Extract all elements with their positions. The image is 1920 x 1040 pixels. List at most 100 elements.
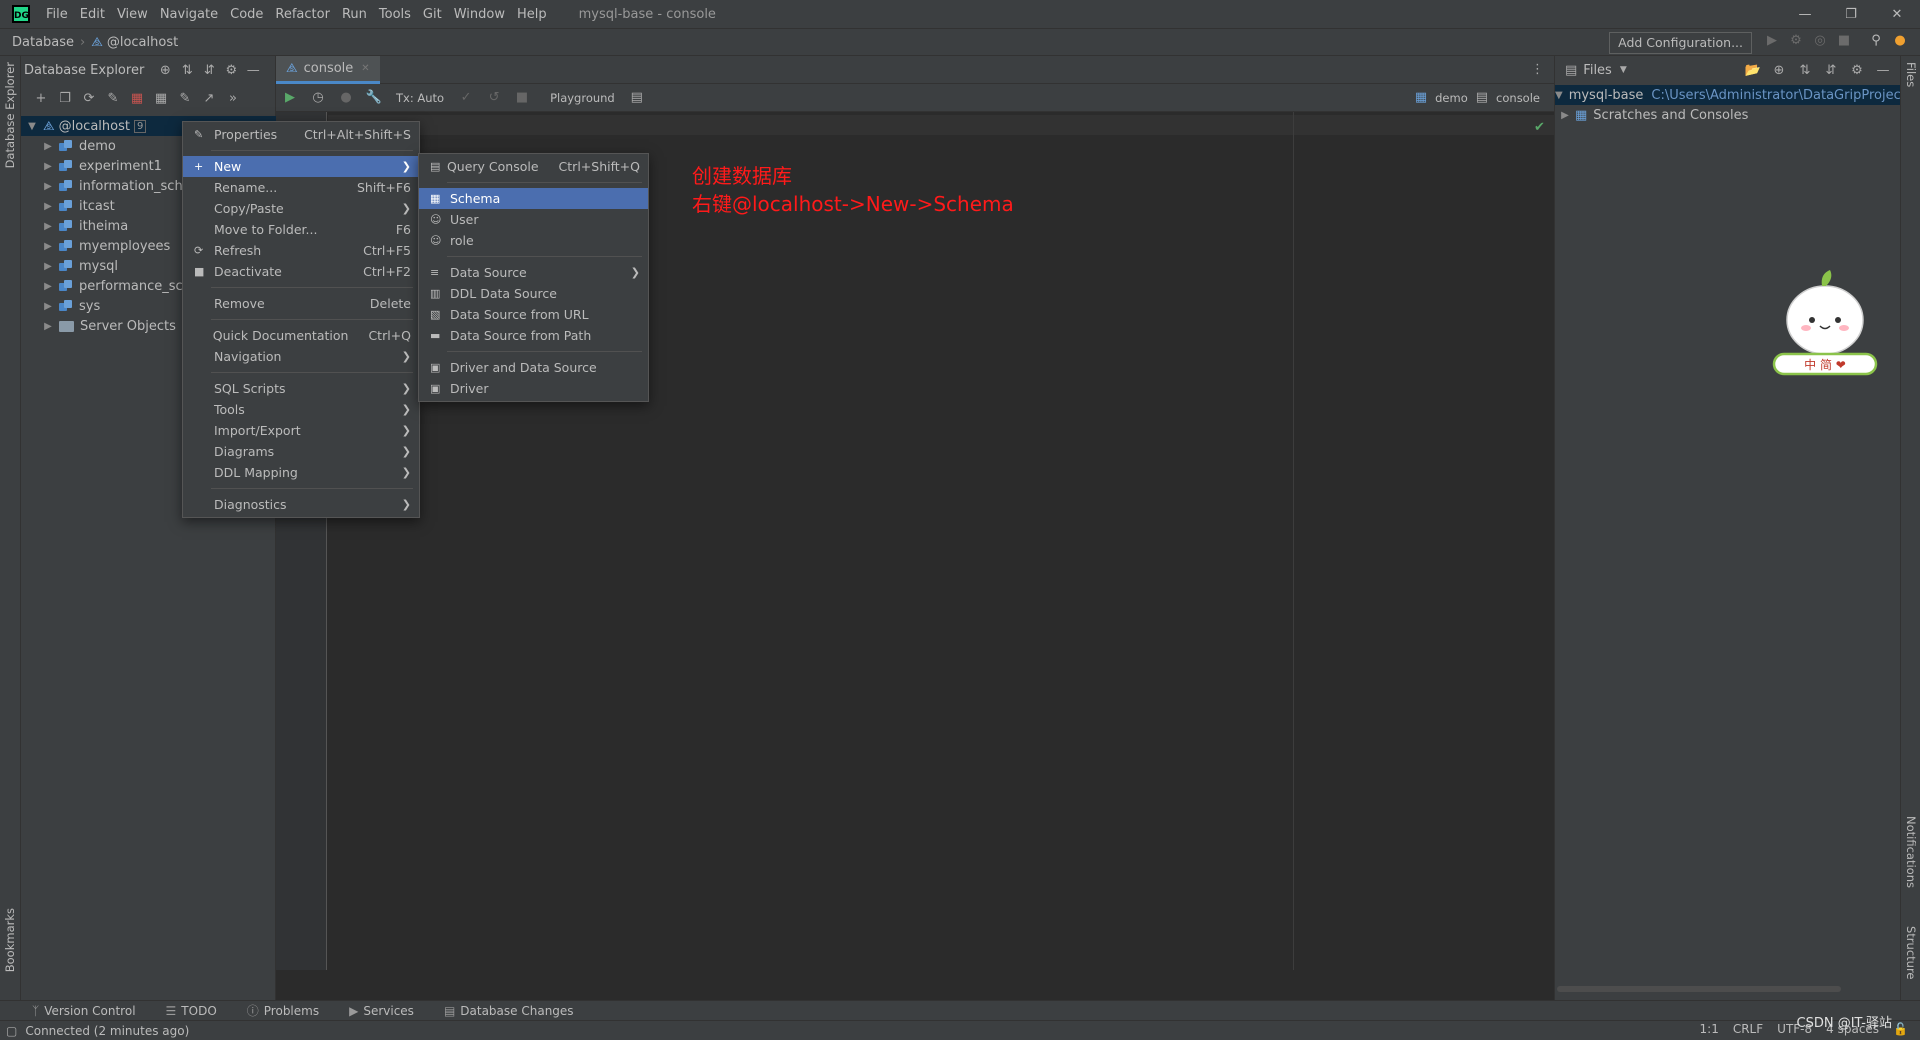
context-menu-item-deactivate[interactable]: ■ Deactivate Ctrl+F2 — [183, 261, 419, 282]
breadcrumb-localhost[interactable]: @localhost — [107, 35, 178, 50]
expand-all-icon[interactable]: ⇅ — [176, 63, 198, 78]
open-folder-icon[interactable]: 📂 — [1740, 63, 1766, 78]
chevron-right-icon[interactable]: ▶ — [41, 181, 55, 192]
locate-icon[interactable]: ⊕ — [154, 63, 176, 78]
gear-icon[interactable]: ⚙ — [220, 63, 242, 78]
cancel-icon[interactable]: ● — [332, 90, 360, 105]
history-icon[interactable]: ◷ — [304, 90, 332, 105]
table-icon[interactable]: ▦ — [149, 91, 173, 106]
bookmarks-tool[interactable]: Bookmarks — [3, 908, 17, 976]
new-submenu-item-data-source-from-url[interactable]: ▧ Data Source from URL — [419, 304, 648, 325]
minimize-icon[interactable]: — — [1782, 7, 1828, 22]
properties-icon[interactable]: ✎ — [101, 91, 125, 106]
new-submenu-item-query-console[interactable]: ▤ Query Console Ctrl+Shift+Q — [419, 156, 648, 177]
expand-all-icon[interactable]: ⇅ — [1792, 63, 1818, 78]
hide-icon[interactable]: — — [1870, 63, 1896, 78]
context-menu-item-new[interactable]: + New ❯ — [183, 156, 419, 177]
chevron-right-icon[interactable]: ▶ — [41, 301, 55, 312]
chevron-right-icon[interactable]: ▶ — [41, 321, 55, 332]
status-window-icon[interactable]: ▢ — [6, 1024, 17, 1038]
chevron-down-icon[interactable]: ▼ — [25, 121, 39, 132]
menu-help[interactable]: Help — [511, 7, 553, 22]
new-submenu-item-driver-and-data-source[interactable]: ▣ Driver and Data Source — [419, 357, 648, 378]
chevron-right-icon[interactable]: ▶ — [41, 241, 55, 252]
chevron-right-icon[interactable]: ▶ — [41, 201, 55, 212]
new-submenu-item-role[interactable]: ☺ role — [419, 230, 648, 251]
output-icon[interactable]: ▤ — [623, 90, 651, 105]
database-explorer-tool[interactable]: Database Explorer — [3, 62, 17, 172]
menu-code[interactable]: Code — [224, 7, 269, 22]
context-menu-item-copy-paste[interactable]: Copy/Paste ❯ — [183, 198, 419, 219]
add-icon[interactable]: + — [29, 91, 53, 106]
menu-view[interactable]: View — [111, 7, 154, 22]
structure-tool[interactable]: Structure — [1904, 926, 1918, 984]
collapse-all-icon[interactable]: ⇵ — [1818, 63, 1844, 78]
context-menu-item-sql-scripts[interactable]: SQL Scripts ❯ — [183, 378, 419, 399]
edit-icon[interactable]: ✎ — [173, 91, 197, 106]
menu-git[interactable]: Git — [417, 7, 448, 22]
chevron-right-icon[interactable]: ▶ — [41, 161, 55, 172]
search-icon[interactable]: ⚲ — [1864, 33, 1888, 48]
chevron-right-icon[interactable]: ▶ — [41, 221, 55, 232]
context-menu-item-rename[interactable]: Rename... Shift+F6 — [183, 177, 419, 198]
stop-icon[interactable]: ■ — [508, 90, 536, 105]
session-selector[interactable]: console — [1488, 91, 1548, 105]
new-submenu-item-schema[interactable]: ▦ Schema — [419, 188, 648, 209]
context-menu-item-remove[interactable]: Remove Delete — [183, 293, 419, 314]
profile-icon[interactable]: ◎ — [1808, 33, 1832, 48]
context-menu-item-ddl-mapping[interactable]: DDL Mapping ❯ — [183, 462, 419, 483]
menu-file[interactable]: File — [40, 7, 74, 22]
jump-icon[interactable]: ↗ — [197, 91, 221, 106]
playground-select[interactable]: Playground — [542, 91, 623, 105]
add-configuration-button[interactable]: Add Configuration... — [1609, 32, 1752, 54]
settings-wrench-icon[interactable]: 🔧 — [360, 90, 388, 105]
tab-actions-icon[interactable]: ⋮ — [1531, 62, 1544, 77]
version-control-tab[interactable]: ᛉ Version Control — [24, 1004, 144, 1018]
run-icon[interactable]: ▶ — [1760, 33, 1784, 48]
line-separator[interactable]: CRLF — [1733, 1022, 1763, 1036]
new-submenu-item-ddl-data-source[interactable]: ▥ DDL Data Source — [419, 283, 648, 304]
copy-icon[interactable]: ❐ — [53, 91, 77, 106]
menu-refactor[interactable]: Refactor — [269, 7, 336, 22]
new-submenu-item-user[interactable]: ☺ User — [419, 209, 648, 230]
menu-navigate[interactable]: Navigate — [154, 7, 224, 22]
notifications-tool[interactable]: Notifications — [1904, 816, 1918, 892]
rollback-icon[interactable]: ↺ — [480, 90, 508, 105]
database-icon[interactable]: ▦ — [125, 91, 149, 106]
scratches-node[interactable]: ▶ ▦ Scratches and Consoles — [1555, 105, 1900, 125]
caret-position[interactable]: 1:1 — [1700, 1022, 1719, 1036]
menu-tools[interactable]: Tools — [373, 7, 417, 22]
context-menu-item-navigation[interactable]: Navigation ❯ — [183, 346, 419, 367]
context-menu-item-tools[interactable]: Tools ❯ — [183, 399, 419, 420]
new-submenu-item-data-source-from-path[interactable]: ▬ Data Source from Path — [419, 325, 648, 346]
files-tool[interactable]: Files — [1904, 62, 1918, 91]
project-root[interactable]: ▼ mysql-base C:\Users\Administrator\Data… — [1555, 85, 1901, 105]
menu-window[interactable]: Window — [448, 7, 511, 22]
database-changes-tab[interactable]: ▤ Database Changes — [436, 1004, 582, 1018]
execute-icon[interactable]: ▶ — [276, 90, 304, 105]
context-menu-item-properties[interactable]: ✎ Properties Ctrl+Alt+Shift+S — [183, 124, 419, 145]
services-tab[interactable]: ▶ Services — [341, 1004, 422, 1018]
chevron-right-icon[interactable]: ▶ — [1555, 110, 1575, 121]
new-submenu-item-driver[interactable]: ▣ Driver — [419, 378, 648, 399]
locate-icon[interactable]: ⊕ — [1766, 63, 1792, 78]
close-icon[interactable]: ✕ — [1874, 7, 1920, 22]
todo-tab[interactable]: ☰ TODO — [158, 1004, 225, 1018]
menu-edit[interactable]: Edit — [74, 7, 111, 22]
lock-icon[interactable]: 🔓 — [1893, 1022, 1908, 1036]
chevron-down-icon[interactable]: ▼ — [1620, 65, 1627, 75]
chevron-right-icon[interactable]: ▶ — [41, 281, 55, 292]
chevron-down-icon[interactable]: ▼ — [1555, 90, 1563, 101]
more-icon[interactable]: » — [221, 91, 245, 106]
tab-console[interactable]: ⧌ console ✕ — [276, 55, 380, 84]
tx-mode-select[interactable]: Tx: Auto — [388, 91, 452, 105]
context-menu-item-move-to-folder[interactable]: Move to Folder... F6 — [183, 219, 419, 240]
files-panel-title[interactable]: Files — [1583, 63, 1612, 78]
collapse-all-icon[interactable]: ⇵ — [198, 63, 220, 78]
hide-icon[interactable]: — — [242, 63, 264, 78]
new-submenu-item-data-source[interactable]: ≡ Data Source ❯ — [419, 262, 648, 283]
context-menu-item-quick-documentation[interactable]: Quick Documentation Ctrl+Q — [183, 325, 419, 346]
commit-icon[interactable]: ✓ — [452, 90, 480, 105]
horizontal-scrollbar[interactable] — [1557, 986, 1841, 992]
schema-selector[interactable]: demo — [1427, 91, 1476, 105]
